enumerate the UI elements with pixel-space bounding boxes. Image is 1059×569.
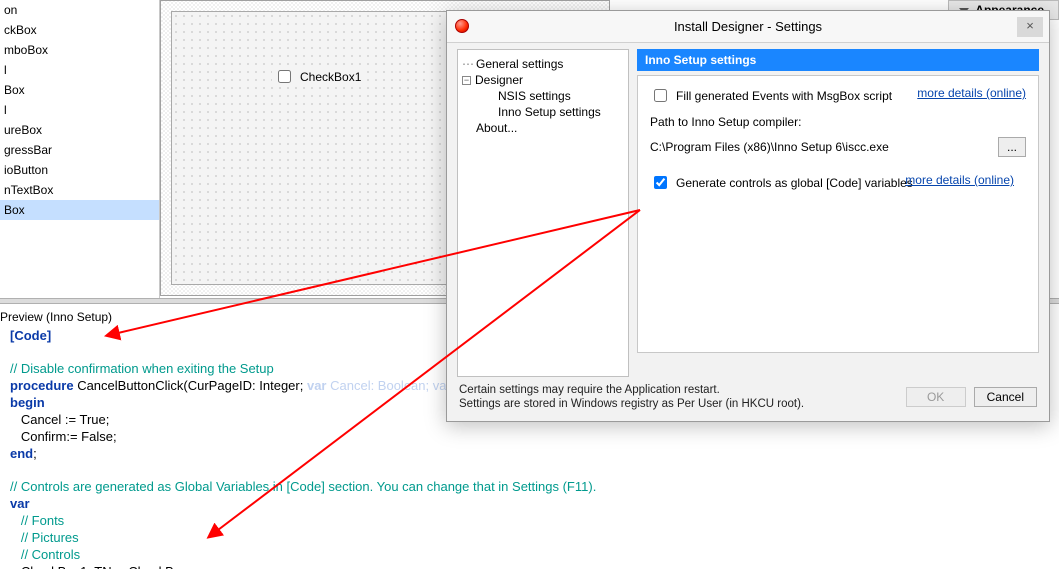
tree-line-icon: ⋯	[462, 57, 472, 71]
code-line: Confirm:= False;	[10, 429, 117, 444]
toolbox-item[interactable]: l	[0, 60, 159, 80]
code-keyword: var	[10, 496, 30, 511]
code-line: Cancel := True;	[10, 412, 109, 427]
compiler-path-label: Path to Inno Setup compiler:	[650, 115, 1026, 129]
code-keyword: begin	[10, 395, 45, 410]
more-details-link[interactable]: more details (online)	[917, 86, 1026, 100]
global-code-checkbox[interactable]	[654, 176, 667, 189]
toolbox-item[interactable]: ckBox	[0, 20, 159, 40]
settings-dialog: Install Designer - Settings × ⋯ General …	[446, 10, 1050, 422]
design-checkbox-label: CheckBox1	[300, 70, 361, 84]
tree-label: Designer	[475, 73, 523, 87]
tree-item-general[interactable]: ⋯ General settings	[462, 56, 624, 72]
ok-button[interactable]: OK	[906, 387, 966, 407]
code-line: // Disable confirmation when exiting the…	[10, 361, 274, 376]
tree-item-about[interactable]: About...	[462, 120, 624, 136]
design-checkbox-input[interactable]	[278, 70, 291, 83]
tree-label: Inno Setup settings	[498, 105, 601, 119]
more-details-link[interactable]: more details (online)	[905, 173, 1014, 187]
code-keyword: end	[10, 446, 33, 461]
code-line: // Controls	[10, 547, 80, 562]
toolbox-item[interactable]: ioButton	[0, 160, 159, 180]
toolbox-item[interactable]: nTextBox	[0, 180, 159, 200]
toolbox-item[interactable]: gressBar	[0, 140, 159, 160]
footer-line: Certain settings may require the Applica…	[459, 384, 720, 396]
fill-msgbox-checkbox[interactable]	[654, 89, 667, 102]
options-panel: Fill generated Events with MsgBox script…	[637, 75, 1039, 353]
tree-collapse-icon[interactable]: −	[462, 76, 471, 85]
cancel-button[interactable]: Cancel	[974, 387, 1037, 407]
code-section-header: [Code]	[10, 328, 51, 343]
tree-item-inno[interactable]: Inno Setup settings	[462, 104, 624, 120]
global-code-label: Generate controls as global [Code] varia…	[676, 176, 913, 190]
toolbox-item[interactable]: ureBox	[0, 120, 159, 140]
code-keyword: var	[307, 378, 327, 393]
code-keyword: procedure	[10, 378, 74, 393]
code-line: // Fonts	[10, 513, 64, 528]
design-checkbox-control[interactable]: CheckBox1	[272, 66, 363, 87]
toolbox-item[interactable]: Box	[0, 80, 159, 100]
footer-line: Settings are stored in Windows registry …	[459, 398, 804, 410]
settings-tree[interactable]: ⋯ General settings − Designer NSIS setti…	[457, 49, 629, 377]
code-line: CancelButtonClick(CurPageID: Integer;	[74, 378, 307, 393]
toolbox-panel: on ckBox mboBox l Box l ureBox gressBar …	[0, 0, 160, 298]
app-icon	[455, 19, 469, 33]
fill-msgbox-label: Fill generated Events with MsgBox script	[676, 89, 892, 103]
tree-label: General settings	[476, 57, 563, 71]
tree-label: NSIS settings	[498, 89, 571, 103]
browse-button[interactable]: ...	[998, 137, 1026, 157]
section-header: Inno Setup settings	[637, 49, 1039, 71]
toolbox-item-selected[interactable]: Box	[0, 200, 159, 220]
toolbox-item[interactable]: on	[0, 0, 159, 20]
code-line: ;	[33, 446, 37, 461]
toolbox-item[interactable]: l	[0, 100, 159, 120]
footer-message: Certain settings may require the Applica…	[459, 383, 898, 411]
compiler-path-value: C:\Program Files (x86)\Inno Setup 6\iscc…	[650, 140, 990, 154]
close-button[interactable]: ×	[1017, 17, 1043, 37]
tree-item-designer[interactable]: − Designer	[462, 72, 624, 88]
code-line: // Controls are generated as Global Vari…	[10, 479, 596, 494]
code-line: // Pictures	[10, 530, 79, 545]
tree-item-nsis[interactable]: NSIS settings	[462, 88, 624, 104]
code-line: CheckBox1: TNewCheckBox;	[10, 564, 191, 569]
toolbox-item[interactable]: mboBox	[0, 40, 159, 60]
preview-label: Preview (Inno Setup)	[0, 310, 112, 324]
dialog-title-text: Install Designer - Settings	[674, 19, 822, 34]
tree-label: About...	[476, 121, 517, 135]
dialog-titlebar[interactable]: Install Designer - Settings ×	[447, 11, 1049, 43]
